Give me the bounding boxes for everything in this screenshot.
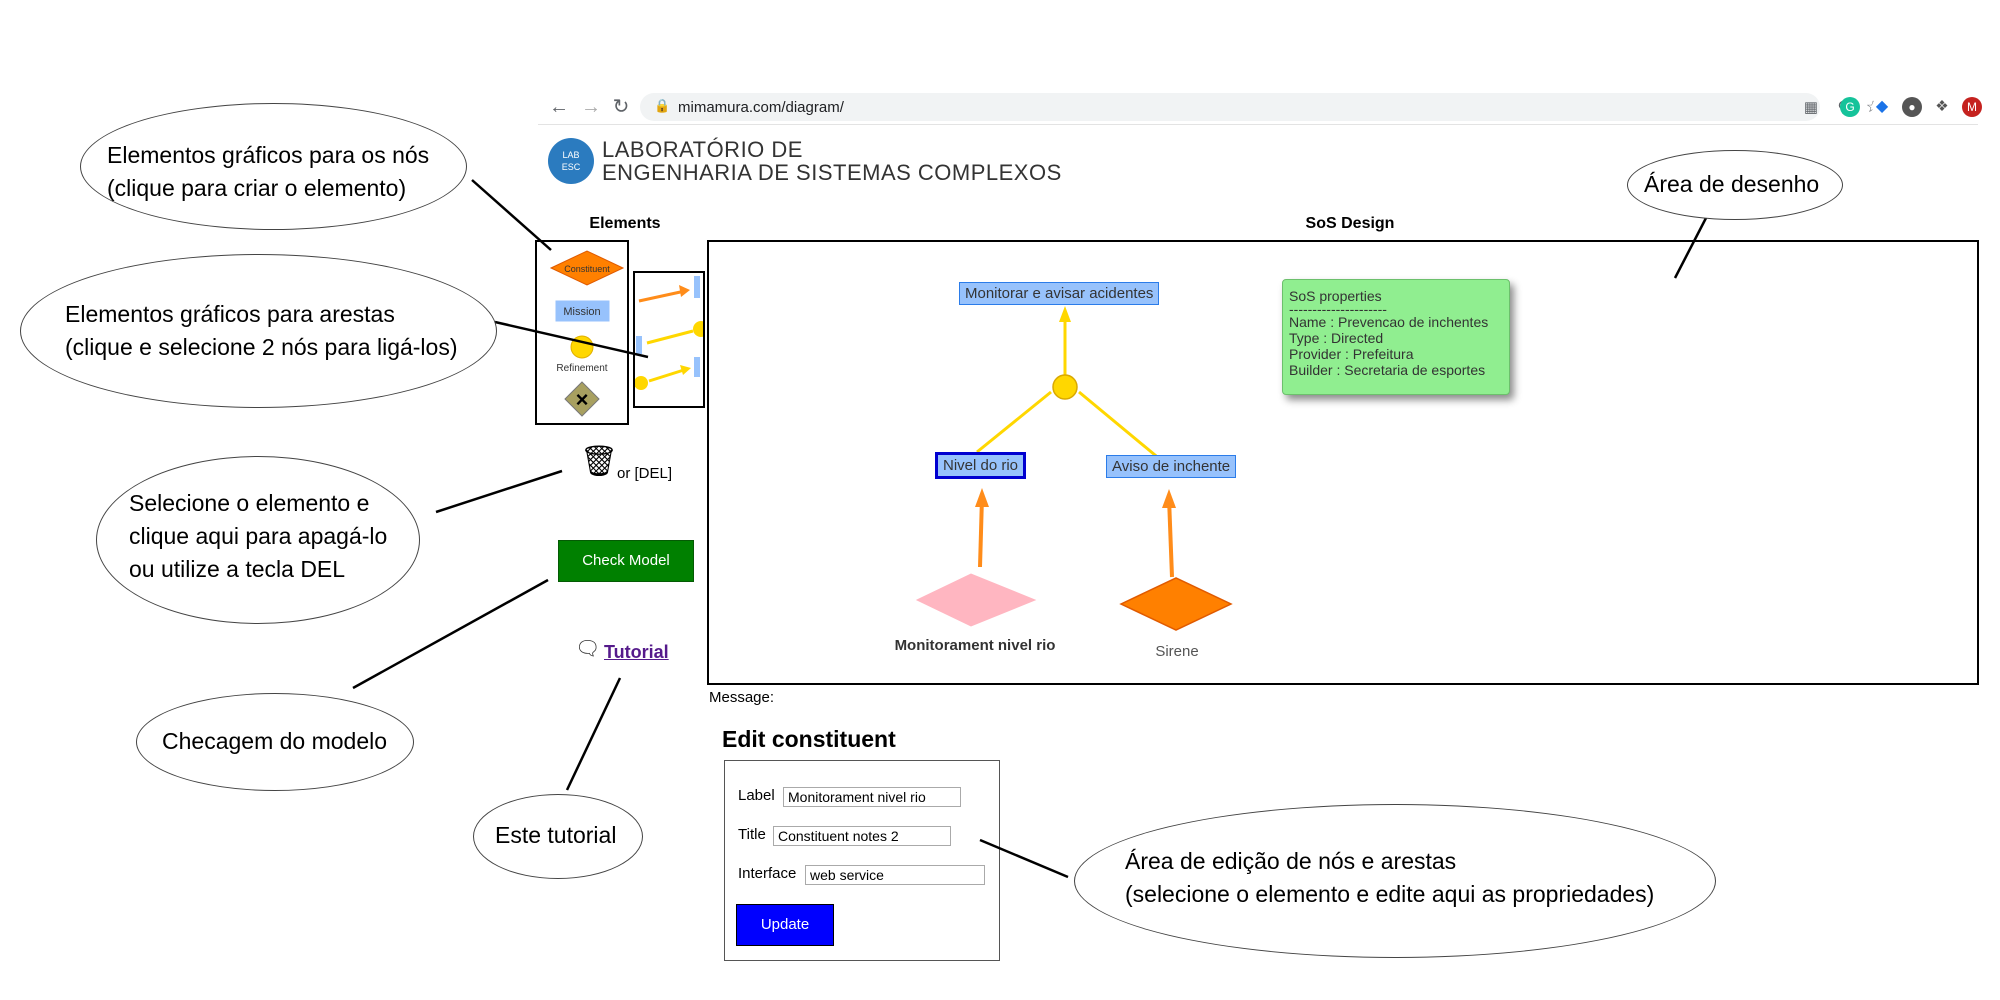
callout-text: Elementos gráficos para arestas bbox=[65, 301, 395, 327]
callout-line bbox=[565, 677, 622, 791]
callout-line bbox=[352, 578, 549, 690]
callout-check: Checagem do modelo bbox=[136, 693, 414, 791]
callout-line bbox=[494, 320, 649, 359]
callout-text: (selecione o elemento e edite aqui as pr… bbox=[1125, 881, 1655, 907]
callout-text: Checagem do modelo bbox=[162, 728, 388, 754]
callout-text: clique aqui para apagá-lo bbox=[129, 523, 388, 549]
callout-text: (clique e selecione 2 nós para ligá-los) bbox=[65, 334, 458, 360]
callout-line bbox=[979, 838, 1069, 879]
callout-line bbox=[1673, 217, 1708, 279]
callout-edit-area: Área de edição de nós e arestas (selecio… bbox=[1074, 804, 1716, 958]
callout-text: Selecione o elemento e bbox=[129, 490, 370, 516]
callout-line bbox=[471, 179, 552, 251]
callout-text: Área de edição de nós e arestas bbox=[1125, 848, 1457, 874]
callout-text: ou utilize a tecla DEL bbox=[129, 556, 346, 582]
callout-draw-area: Área de desenho bbox=[1627, 150, 1843, 220]
callout-line bbox=[435, 469, 563, 514]
callout-text: Este tutorial bbox=[495, 822, 617, 848]
callout-text: (clique para criar o elemento) bbox=[107, 175, 407, 201]
callout-text: Elementos gráficos para os nós bbox=[107, 142, 430, 168]
callout-tutorial: Este tutorial bbox=[473, 794, 643, 879]
callout-node-elements: Elementos gráficos para os nós (clique p… bbox=[80, 103, 467, 230]
callout-delete: Selecione o elemento e clique aqui para … bbox=[96, 456, 420, 624]
callout-text: Área de desenho bbox=[1644, 171, 1820, 197]
callout-edge-elements: Elementos gráficos para arestas (clique … bbox=[20, 254, 497, 408]
